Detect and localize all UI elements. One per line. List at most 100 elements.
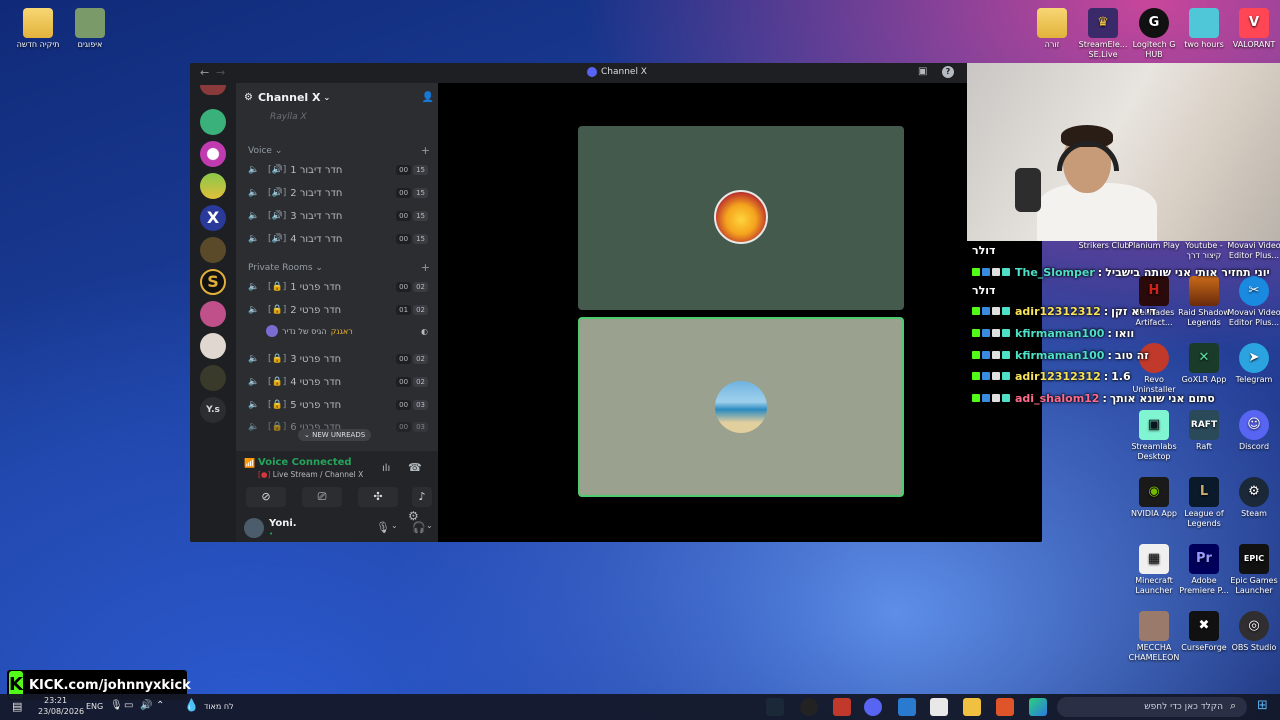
server-icon[interactable] — [200, 85, 226, 95]
edge-taskbar-icon[interactable] — [1029, 698, 1047, 716]
voice-location[interactable]: [●] Live Stream / Channel X — [258, 470, 363, 479]
steam-taskbar-icon[interactable] — [766, 698, 784, 716]
mail-taskbar-icon[interactable] — [898, 698, 916, 716]
camera-off-button[interactable]: ⊘ — [246, 487, 286, 507]
desktop-icon-folder[interactable]: זורה — [1024, 8, 1080, 50]
microphone-icon[interactable]: 🎙 — [110, 700, 123, 711]
server-icon[interactable]: S — [200, 269, 226, 295]
participant-tile-speaking[interactable] — [578, 317, 904, 497]
windows-start-icon[interactable]: ⊞ — [1257, 698, 1268, 713]
forward-arrow-icon[interactable]: → — [216, 66, 225, 79]
private-room[interactable]: 🔈 [🔒] חדר פרטי 1 00 02 — [248, 278, 428, 296]
disconnect-icon[interactable]: ☎ — [408, 461, 422, 474]
desktop-icon-discord[interactable]: ☺ Discord — [1226, 410, 1280, 452]
microphone-icon[interactable]: 🎙 — [376, 521, 390, 534]
volume-icon[interactable]: 🔊 — [140, 700, 152, 711]
chat-badge-icon — [982, 351, 990, 359]
server-icon[interactable] — [200, 237, 226, 263]
discord-taskbar-icon[interactable] — [864, 698, 882, 716]
chat-badge-icon — [992, 268, 1000, 276]
chat-separator: : — [1107, 326, 1112, 340]
server-icon[interactable] — [200, 173, 226, 199]
server-icon[interactable] — [200, 141, 226, 167]
user-count: 00 15 — [396, 165, 428, 175]
chevron-down-icon: ⌄ — [323, 93, 331, 102]
desktop-icon-premiere[interactable]: Pr Adobe Premiere P... — [1176, 544, 1232, 596]
weather-text[interactable]: לח מאוד — [204, 702, 234, 711]
clock-date[interactable]: 23/08/2026 — [38, 707, 84, 716]
desktop-icon-images[interactable]: איפוגים — [62, 8, 118, 50]
lock-icon: [🔒] — [268, 400, 287, 410]
desktop-icon-streamlabs[interactable]: ▣ Streamlabs Desktop — [1126, 410, 1182, 462]
chevron-down-icon[interactable]: ⌄ — [391, 521, 398, 530]
server-icon[interactable] — [200, 365, 226, 391]
inbox-icon[interactable]: ▣ — [918, 66, 927, 77]
search-icon[interactable]: ⌕ — [1230, 699, 1236, 713]
notifications-icon[interactable]: ▤ — [12, 700, 22, 713]
desktop-icon-valorant[interactable]: V VALORANT — [1226, 8, 1280, 50]
desktop-icon-label: זורה — [1044, 40, 1060, 49]
voice-connected-label[interactable]: Voice Connected — [258, 457, 352, 468]
app-taskbar-icon[interactable] — [996, 698, 1014, 716]
private-room[interactable]: 🔈 [🔒] חדר פרטי 3 00 02 — [248, 350, 428, 368]
back-arrow-icon[interactable]: ← — [200, 66, 209, 79]
server-header[interactable]: ⚙ Channel X ⌄ 👤 — [244, 91, 434, 104]
category-voice[interactable]: Voice ⌄ — [248, 146, 282, 156]
title-bar: ← → Channel X ▣ ? — [190, 63, 1042, 83]
desktop-icon-nvidia[interactable]: ◉ NVIDIA App — [1126, 477, 1182, 519]
settings-gear-icon[interactable]: ⚙ — [408, 509, 419, 523]
clock-time[interactable]: 23:21 — [44, 696, 67, 705]
voice-channel[interactable]: 🔈 [🔊] חדר דיבור 4 00 15 — [248, 230, 428, 248]
weather-drop-icon[interactable]: 💧 — [184, 698, 199, 712]
search-input[interactable]: הקלד כאן כדי לחפש — [1057, 697, 1247, 717]
private-room[interactable]: 🔈 [🔒] חדר פרטי 5 00 03 — [248, 396, 428, 414]
file-explorer-taskbar-icon[interactable] — [963, 698, 981, 716]
soundboard-button[interactable]: ♪ — [412, 487, 432, 507]
voice-channel[interactable]: 🔈 [🔊] חדר דיבור 2 00 15 — [248, 184, 428, 202]
chevron-up-icon[interactable]: ⌃ — [156, 700, 164, 711]
desktop-icon-logitech[interactable]: G Logitech G HUB — [1126, 8, 1182, 60]
server-icon-ys[interactable]: Y.s — [200, 397, 226, 423]
desktop-icon-epic[interactable]: EPIC Epic Games Launcher — [1226, 544, 1280, 596]
server-icon-channel-x[interactable]: X — [200, 205, 226, 231]
desktop-icon-streamelements[interactable]: ♛ StreamEle... SE.Live — [1075, 8, 1131, 60]
server-icon[interactable] — [200, 109, 226, 135]
chat-badge-icon — [972, 394, 980, 402]
logitech-taskbar-icon[interactable] — [800, 698, 818, 716]
meccha-icon — [1139, 611, 1169, 641]
desktop-icon-raft[interactable]: RAFT Raft — [1176, 410, 1232, 452]
category-private-rooms[interactable]: Private Rooms ⌄ — [248, 263, 323, 273]
server-icon[interactable] — [200, 333, 226, 359]
help-icon[interactable]: ? — [942, 66, 954, 78]
desktop-icon-steam[interactable]: ⚙ Steam — [1226, 477, 1280, 519]
desktop-icon-obs[interactable]: ◎ OBS Studio — [1226, 611, 1280, 653]
desktop-icon-two-hours[interactable]: two hours — [1176, 8, 1232, 50]
add-member-icon[interactable]: 👤 — [422, 92, 434, 103]
private-room[interactable]: 🔈 [🔒] חדר פרטי 4 00 02 — [248, 373, 428, 391]
private-room[interactable]: 🔈 [🔒] חדר פרטי 2 01 02 — [248, 301, 428, 319]
voice-icon: [🔊] — [268, 165, 287, 175]
share-screen-button[interactable]: ⎚ — [302, 487, 342, 507]
voice-member[interactable]: הגיס של נדיר ראגנק ◐ — [266, 323, 428, 339]
speaker-icon: 🔈 — [248, 211, 260, 221]
add-channel-icon[interactable]: + — [421, 261, 430, 274]
new-unreads-pill[interactable]: ⌄ NEW UNREADS — [298, 429, 372, 441]
desktop-icon-curseforge[interactable]: ✖ CurseForge — [1176, 611, 1232, 653]
voice-channel[interactable]: 🔈 [🔊] חדר דיבור 3 00 15 — [248, 207, 428, 225]
desktop-icon-minecraft[interactable]: ▦ Minecraft Launcher — [1126, 544, 1182, 596]
voice-channel[interactable]: 🔈 [🔊] חדר דיבור 1 00 15 — [248, 161, 428, 179]
desktop-icon-lol[interactable]: L League of Legends — [1176, 477, 1232, 529]
store-taskbar-icon[interactable] — [930, 698, 948, 716]
server-icon[interactable] — [200, 301, 226, 327]
game-taskbar-icon[interactable] — [833, 698, 851, 716]
noise-suppression-icon[interactable]: ılı — [382, 463, 390, 474]
language-indicator[interactable]: ENG — [86, 702, 103, 711]
desktop-icon-meccha[interactable]: MECCHA CHAMELEON — [1126, 611, 1182, 663]
desktop-icon-new-folder[interactable]: תיקיה חדשה — [10, 8, 66, 50]
activities-button[interactable]: ✣ — [358, 487, 398, 507]
add-channel-icon[interactable]: + — [421, 144, 430, 157]
chevron-down-icon[interactable]: ⌄ — [426, 521, 433, 530]
avatar[interactable] — [244, 518, 264, 538]
network-icon[interactable]: ▭ — [124, 700, 133, 711]
participant-tile[interactable] — [578, 126, 904, 310]
